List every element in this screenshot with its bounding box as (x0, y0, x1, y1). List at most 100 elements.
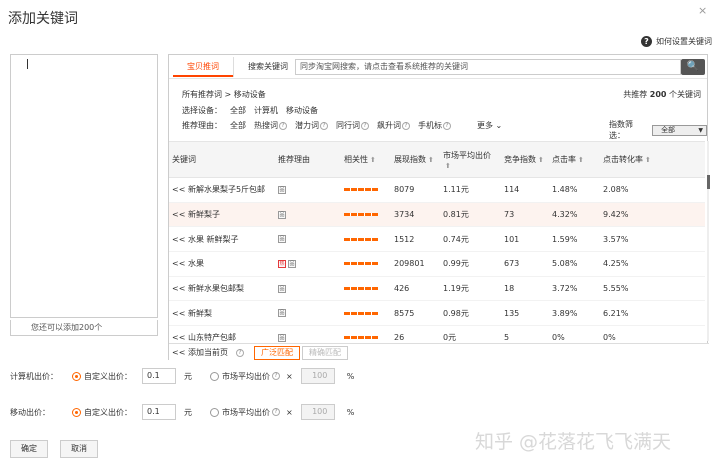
impression-cell: 3734 (391, 202, 440, 228)
exact-match-button[interactable]: 精确匹配 (301, 345, 348, 360)
table-header-row: 关键词 推荐理由 相关性 ⬆ 展现指数 ⬆ 市场平均出价 ⬆ 竞争指数 ⬆ 点击率 ⬆ 点… (169, 141, 705, 178)
market-bid-cell: 0.81元 (440, 202, 501, 228)
table-row[interactable]: << 水果热品 209801 0.99元 673 5.08% 4.25% (169, 251, 705, 277)
relevance-cell (341, 300, 391, 327)
pc-percent-input[interactable]: 100 (300, 368, 335, 384)
help-label: 如何设置关键词 (656, 37, 712, 46)
add-keyword-button[interactable]: << (172, 333, 185, 342)
add-keyword-button[interactable]: << (172, 185, 185, 194)
breadcrumb-root[interactable]: 所有推荐词 (182, 90, 222, 99)
keyword-text: 新鲜水果包邮梨 (187, 284, 244, 294)
keyword-table: 关键词 推荐理由 相关性 ⬆ 展现指数 ⬆ 市场平均出价 ⬆ 竞争指数 ⬆ 点击率 ⬆ 点… (169, 141, 705, 351)
device-option-mobile[interactable]: 移动设备 (286, 105, 318, 116)
col-impression[interactable]: 展现指数 ⬆ (391, 141, 440, 178)
market-bid-cell: 1.19元 (440, 276, 501, 302)
cvr-cell: 2.08% (600, 177, 705, 203)
keyword-cell: << 新鲜梨 (169, 300, 275, 327)
sort-icon: ⬆ (445, 161, 451, 170)
tab-search-keywords[interactable]: 搜索关键词 (233, 57, 302, 77)
mobile-custom-radio[interactable] (72, 407, 81, 417)
mobile-market-radio[interactable] (210, 407, 219, 417)
tab-divider (169, 78, 707, 79)
cvr-cell: 4.25% (600, 251, 705, 277)
sort-icon: ⬆ (578, 156, 584, 164)
table-row[interactable]: << 新鲜梨品 8575 0.98元 135 3.89% 6.21% (169, 300, 705, 327)
selected-keywords-box[interactable] (10, 54, 158, 318)
close-icon[interactable]: × (698, 4, 707, 17)
tab-item-recommend[interactable]: 宝贝推词 (173, 57, 233, 77)
keyword-search-input[interactable]: 同步淘宝网搜索，请点击查看系统推荐的关键词 (295, 59, 681, 75)
add-keyword-button[interactable]: << (172, 309, 185, 318)
col-impression-label: 展现指数 (394, 155, 426, 164)
more-filters-button[interactable]: 更多 ⌄ (477, 120, 502, 131)
table-row[interactable]: << 新鲜梨子品 3734 0.81元 73 4.32% 9.42% (169, 202, 705, 228)
table-row[interactable]: << 新解水果梨子5斤包邮品 8079 1.11元 114 1.48% 2.08% (169, 177, 705, 203)
question-icon: ? (361, 121, 369, 130)
reason-option-soaring[interactable]: 飙升词? (377, 120, 410, 131)
device-option-pc[interactable]: 计算机 (254, 105, 278, 116)
competition-cell: 18 (501, 276, 549, 302)
add-keyword-button[interactable]: << (172, 284, 185, 293)
reason-option-hot[interactable]: 热搜词? (254, 120, 287, 131)
pc-custom-radio[interactable] (72, 371, 81, 381)
mobile-custom-label: 自定义出价： (84, 407, 132, 417)
recommend-suffix: 个关键词 (669, 90, 701, 99)
add-keyword-button[interactable]: << (172, 259, 185, 268)
col-competition[interactable]: 竞争指数 ⬆ (501, 141, 549, 178)
reason-option-potential[interactable]: 潜力词? (295, 120, 328, 131)
mobile-bid-input[interactable]: 0.1 (142, 404, 176, 420)
ctr-cell: 1.48% (549, 177, 600, 203)
col-market-bid[interactable]: 市场平均出价 ⬆ (440, 141, 501, 178)
pc-market-radio[interactable] (210, 371, 219, 381)
sort-icon: ⬆ (370, 156, 376, 164)
relevance-cell (341, 226, 391, 253)
cvr-cell: 9.42% (600, 202, 705, 228)
watermark: 知乎 @花落花飞飞满天 (475, 431, 672, 453)
cvr-cell: 5.55% (600, 276, 705, 302)
confirm-button[interactable]: 确定 (10, 440, 48, 458)
question-icon: ? (272, 372, 280, 380)
pc-bid-input[interactable]: 0.1 (142, 368, 176, 384)
relevance-cell (341, 202, 391, 228)
market-bid-cell: 0.98元 (440, 300, 501, 327)
search-button[interactable]: 🔍 (681, 59, 705, 75)
product-badge-icon: 品 (278, 333, 286, 342)
index-filter-select[interactable]: 全部 (652, 124, 707, 136)
mobile-market-label: 市场平均出价 (222, 407, 270, 417)
reason-option-mobile[interactable]: 手机标? (418, 120, 451, 131)
table-row[interactable]: << 新鲜水果包邮梨品 426 1.19元 18 3.72% 5.55% (169, 276, 705, 302)
mobile-bid-label: 移动出价： (10, 407, 50, 417)
recommend-number: 200 (649, 90, 667, 99)
col-cvr[interactable]: 点击转化率 ⬆ (600, 141, 705, 178)
add-current-page-button[interactable]: << 添加当前页 (172, 347, 228, 358)
product-badge-icon: 品 (278, 185, 286, 194)
product-badge-icon: 品 (278, 235, 286, 244)
index-filter-label: 指数筛选： (609, 120, 633, 140)
table-row[interactable]: << 水果 新鲜梨子品 1512 0.74元 101 1.59% 3.57% (169, 226, 705, 253)
mobile-percent-sign: % (346, 407, 355, 417)
pc-times: × (286, 371, 293, 381)
competition-cell: 101 (501, 226, 549, 253)
broad-match-button[interactable]: 广泛匹配 (253, 345, 300, 360)
reason-cell: 品 (275, 177, 341, 203)
search-icon: 🔍 (686, 61, 700, 72)
question-icon: ? (641, 36, 652, 47)
mobile-percent-input[interactable]: 100 (300, 404, 335, 420)
col-relevance[interactable]: 相关性 ⬆ (341, 141, 391, 178)
cancel-button[interactable]: 取消 (60, 440, 98, 458)
device-option-all[interactable]: 全部 (230, 105, 246, 116)
breadcrumb-separator: > (224, 90, 232, 99)
competition-cell: 135 (501, 300, 549, 327)
keyword-text: 水果 新鲜梨子 (187, 234, 239, 244)
help-link[interactable]: ? 如何设置关键词 (641, 36, 712, 47)
reason-option-peer[interactable]: 同行词? (336, 120, 369, 131)
keyword-cell: << 水果 新鲜梨子 (169, 226, 275, 253)
scrollbar-thumb[interactable] (707, 175, 710, 189)
add-keyword-button[interactable]: << (172, 235, 185, 244)
table-scrollbar[interactable] (707, 141, 709, 341)
relevance-cell (341, 177, 391, 203)
pc-bid-unit: 元 (184, 371, 192, 381)
reason-option-all[interactable]: 全部 (230, 120, 246, 131)
col-ctr[interactable]: 点击率 ⬆ (549, 141, 600, 178)
add-keyword-button[interactable]: << (172, 210, 185, 219)
